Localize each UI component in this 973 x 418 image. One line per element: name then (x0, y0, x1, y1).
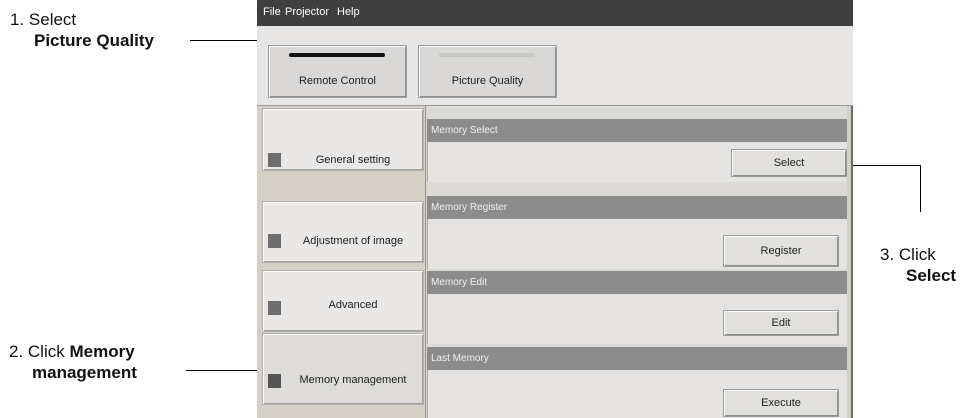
callout-2-target-a: Memory (69, 342, 135, 361)
callout-step-1: 1. Select Picture Quality (10, 9, 154, 51)
memory-register-group: Memory Register Register (427, 196, 847, 269)
menu-file[interactable]: File (263, 6, 281, 18)
group-body: Execute (427, 370, 847, 418)
callout-1-prefix: 1. Select (10, 10, 77, 29)
remote-control-button[interactable]: Remote Control (268, 45, 407, 98)
status-indicator (268, 301, 281, 315)
select-button[interactable]: Select (731, 149, 847, 177)
callout-2-prefix: 2. Click (9, 342, 70, 361)
sidebar-item-label: Adjustment of image (302, 235, 404, 247)
callout-step-2: 2. Click Memory management (9, 341, 137, 383)
group-title: Memory Select (427, 119, 847, 142)
toolbar: Remote Control Picture Quality (257, 26, 853, 106)
group-body: Register (427, 219, 847, 269)
menu-help[interactable]: Help (337, 6, 360, 18)
memory-edit-group: Memory Edit Edit (427, 271, 847, 344)
callout-3-prefix: 3. Click (880, 245, 936, 264)
active-indicator-bar (289, 53, 385, 57)
status-indicator (268, 374, 281, 388)
leader-line-3-drop (920, 165, 921, 212)
sidebar-item-memory-management[interactable]: Memory management (262, 333, 424, 405)
sidebar-item-label: Memory management (299, 374, 407, 386)
picture-quality-label: Picture Quality (451, 75, 524, 87)
callout-2-target-b: management (32, 363, 137, 382)
sidebar-item-general-setting[interactable]: General setting (262, 108, 424, 171)
picture-quality-button[interactable]: Picture Quality (418, 45, 557, 98)
memory-select-group: Memory Select Select (427, 119, 847, 182)
callout-step-3: 3. Click Select (880, 244, 956, 286)
sidebar-item-adjustment-of-image[interactable]: Adjustment of image (262, 201, 424, 263)
menu-bar: File Projector Help (257, 0, 853, 26)
callout-1-target: Picture Quality (34, 31, 154, 50)
memory-panel: Memory Select Select Memory Register Reg… (427, 106, 847, 418)
register-button[interactable]: Register (723, 235, 839, 267)
callout-3-target: Select (906, 266, 957, 285)
sidebar-item-advanced[interactable]: Advanced (262, 270, 424, 332)
remote-control-label: Remote Control (298, 75, 377, 87)
group-title: Memory Edit (427, 271, 847, 294)
sidebar-item-label: Advanced (328, 299, 378, 311)
group-title: Memory Register (427, 196, 847, 219)
status-indicator (268, 153, 281, 167)
inactive-indicator-bar (439, 53, 535, 57)
last-memory-group: Last Memory Execute (427, 347, 847, 418)
group-body: Select (427, 142, 847, 182)
status-indicator (268, 234, 281, 248)
menu-projector[interactable]: Projector (285, 6, 329, 18)
execute-button[interactable]: Execute (723, 389, 839, 417)
group-body: Edit (427, 294, 847, 344)
group-title: Last Memory (427, 347, 847, 370)
sidebar-item-label: General setting (315, 154, 391, 166)
sidebar: General setting Adjustment of image Adva… (257, 106, 426, 418)
projector-app-window: File Projector Help Remote Control Pictu… (257, 0, 853, 418)
edit-button[interactable]: Edit (723, 310, 839, 336)
